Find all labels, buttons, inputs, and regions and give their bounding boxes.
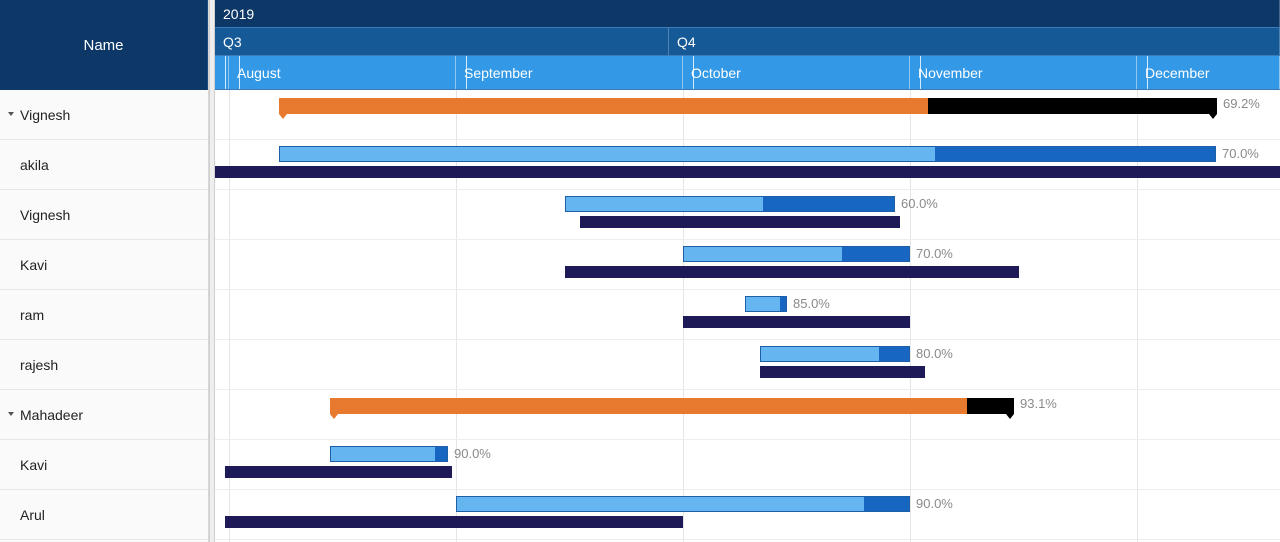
task-remaining [435, 447, 447, 461]
task-row-name[interactable]: Kavi [0, 240, 208, 290]
task-remaining [935, 147, 1215, 161]
task-progress [331, 447, 435, 461]
name-column-header[interactable]: Name [0, 0, 208, 90]
baseline-bar[interactable] [225, 516, 683, 528]
progress-label: 70.0% [910, 246, 953, 262]
baseline-bar[interactable] [565, 266, 1019, 278]
summary-remaining [928, 98, 1217, 114]
progress-label: 60.0% [895, 196, 938, 212]
task-progress [457, 497, 864, 511]
task-row-name[interactable]: Vignesh [0, 190, 208, 240]
quarter-header[interactable]: Q4 [669, 28, 1280, 55]
task-row-name[interactable]: Kavi [0, 440, 208, 490]
month-header[interactable]: October [683, 56, 910, 89]
summary-bar[interactable] [330, 398, 1014, 414]
task-bar[interactable] [565, 196, 895, 212]
timeline-body[interactable]: 69.2% 70.0% 60.0% 70.0% 85.0% 80.0% 93.1% 90.0%… [215, 90, 1280, 542]
year-header[interactable]: 2019 [215, 0, 1280, 27]
summary-remaining [967, 398, 1014, 414]
progress-label: 90.0% [910, 496, 953, 512]
timeline-row: 70.0% [215, 140, 1280, 190]
timeline-row: 70.0% [215, 240, 1280, 290]
task-bar[interactable] [745, 296, 787, 312]
progress-label: 85.0% [787, 296, 830, 312]
task-progress [761, 347, 879, 361]
task-row-name[interactable]: akila [0, 140, 208, 190]
month-header[interactable]: September [456, 56, 683, 89]
baseline-bar[interactable] [225, 466, 452, 478]
task-remaining [780, 297, 786, 311]
timeline-row: 60.0% [215, 190, 1280, 240]
timeline-row: 90.0% [215, 490, 1280, 540]
gantt-chart: Name VigneshakilaVigneshKaviramrajeshMah… [0, 0, 1280, 542]
task-progress [566, 197, 763, 211]
timeline-row: 90.0% [215, 440, 1280, 490]
baseline-bar[interactable] [215, 166, 1280, 178]
task-progress [280, 147, 935, 161]
task-progress [684, 247, 842, 261]
progress-label: 80.0% [910, 346, 953, 362]
task-bar[interactable] [760, 346, 910, 362]
month-header[interactable]: December [1137, 56, 1280, 89]
progress-label: 70.0% [1216, 146, 1259, 162]
task-remaining [879, 347, 909, 361]
task-row-name[interactable]: rajesh [0, 340, 208, 390]
timeline-header: 2019 Q3Q4 AugustSeptemberOctoberNovember… [215, 0, 1280, 90]
task-row-name[interactable]: ram [0, 290, 208, 340]
timeline-row: 85.0% [215, 290, 1280, 340]
baseline-bar[interactable] [760, 366, 925, 378]
progress-label: 93.1% [1014, 396, 1057, 412]
baseline-bar[interactable] [683, 316, 910, 328]
task-remaining [763, 197, 894, 211]
task-progress [746, 297, 780, 311]
task-bar[interactable] [683, 246, 910, 262]
baseline-bar[interactable] [580, 216, 900, 228]
task-bar[interactable] [330, 446, 448, 462]
task-bar[interactable] [456, 496, 910, 512]
timeline-row: 93.1% [215, 390, 1280, 440]
timeline-row: 80.0% [215, 340, 1280, 390]
month-header-pad [215, 56, 229, 89]
progress-label: 90.0% [448, 446, 491, 462]
task-bar[interactable] [279, 146, 1216, 162]
month-header[interactable]: August [229, 56, 456, 89]
summary-progress [279, 98, 928, 114]
task-list-rows: VigneshakilaVigneshKaviramrajeshMahadeer… [0, 90, 208, 542]
quarter-header[interactable]: Q3 [215, 28, 669, 55]
summary-bar[interactable] [279, 98, 1217, 114]
timeline-row: 69.2% [215, 90, 1280, 140]
summary-progress [330, 398, 967, 414]
task-list-panel: Name VigneshakilaVigneshKaviramrajeshMah… [0, 0, 209, 542]
task-remaining [864, 497, 909, 511]
task-remaining [842, 247, 909, 261]
parent-task-row[interactable]: Mahadeer [0, 390, 208, 440]
parent-task-row[interactable]: Vignesh [0, 90, 208, 140]
month-header[interactable]: November [910, 56, 1137, 89]
task-row-name[interactable]: Arul [0, 490, 208, 540]
progress-label: 69.2% [1217, 96, 1260, 112]
timeline-panel: 2019 Q3Q4 AugustSeptemberOctoberNovember… [215, 0, 1280, 542]
